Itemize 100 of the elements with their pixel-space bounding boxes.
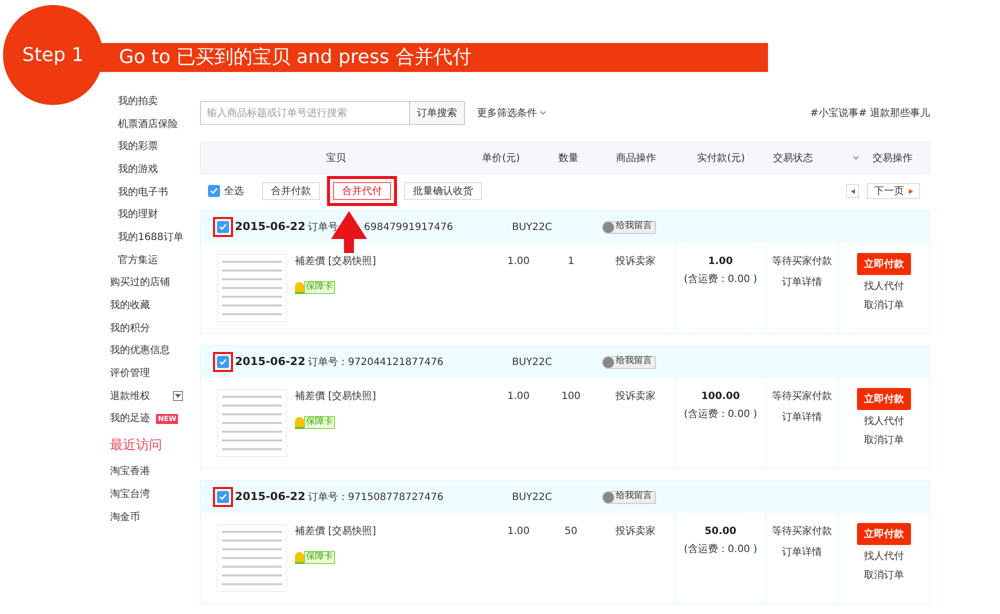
order-number: 69847991917476	[364, 220, 454, 234]
search-button[interactable]: 订单搜索	[410, 101, 465, 125]
shipping-fee: (含运费：0.00 )	[684, 542, 758, 557]
toolbar-button[interactable]: 批量确认收货	[404, 182, 482, 200]
order-details-link[interactable]: 订单详情	[782, 545, 822, 560]
sidebar-heading: 最近访问	[110, 436, 162, 455]
pay-now-button[interactable]: 立即付款	[857, 388, 911, 410]
sidebar-item[interactable]: 淘宝香港	[110, 464, 150, 480]
filter-link[interactable]: 更多筛选条件	[477, 106, 537, 120]
checkbox[interactable]	[217, 356, 229, 368]
column-header: 宝贝	[326, 152, 346, 166]
pay-now-button[interactable]: 立即付款	[857, 253, 911, 275]
right-triangle-icon	[909, 188, 913, 194]
order-details-link[interactable]: 订单详情	[782, 410, 822, 425]
sidebar-item[interactable]: 官方集运	[118, 252, 158, 268]
chevron-icon[interactable]	[540, 111, 546, 115]
order-number: 972044121877476	[348, 356, 444, 370]
sidebar-item[interactable]: 购买过的店铺	[110, 275, 170, 290]
sidebar-item[interactable]: 评价管理	[110, 366, 150, 382]
message-button[interactable]: 给我留言	[602, 490, 656, 504]
sidebar-item[interactable]: 我的积分	[110, 320, 150, 336]
checkbox[interactable]	[217, 491, 229, 503]
quantity-cell: 50	[564, 526, 578, 537]
bubble-icon	[603, 222, 614, 232]
sidebar-item[interactable]: 我的拍卖	[118, 94, 158, 109]
order-number: 971508778727476	[348, 490, 444, 504]
sidebar-item[interactable]: 我的游戏	[118, 162, 158, 177]
sidebar-item[interactable]: 我的收藏	[110, 298, 150, 314]
column-header: 商品操作	[616, 152, 656, 166]
column-header: 交易状态	[773, 152, 813, 166]
bubble-icon	[603, 356, 614, 368]
sidebar-item[interactable]: 机票酒店保险	[118, 116, 178, 132]
quantity-cell: 100	[561, 391, 581, 402]
sidebar-item[interactable]: 我的彩票	[118, 139, 158, 154]
sidebar-item[interactable]: 我的1688订单	[118, 230, 184, 245]
complain-link[interactable]: 投诉卖家	[616, 526, 656, 537]
complain-link[interactable]: 投诉卖家	[616, 256, 656, 267]
order-action-link[interactable]: 找人代付	[864, 549, 904, 564]
toolbar-button[interactable]: 合并付款	[262, 182, 320, 200]
price-cell: 1.00	[507, 526, 530, 537]
sidebar-item[interactable]: 淘宝台湾	[110, 486, 150, 502]
sidebar-item[interactable]: 退款维权	[110, 388, 150, 404]
select-all-label: 全选	[224, 184, 244, 198]
complain-link[interactable]: 投诉卖家	[616, 391, 656, 402]
pay-now-button[interactable]: 立即付款	[857, 523, 911, 545]
order-action-link[interactable]: 找人代付	[864, 414, 904, 429]
order-status: 等待买家付款	[772, 390, 832, 404]
item-title-link[interactable]: 補差價 [交易快照]	[295, 524, 376, 539]
sidebar-item[interactable]: 淘金币	[110, 510, 140, 525]
shipping-fee: (含运费：0.00 )	[684, 272, 758, 287]
badge-icon	[295, 282, 304, 294]
column-header: 数量	[558, 152, 578, 166]
chevron-icon[interactable]	[853, 156, 859, 160]
order-date: 2015-06-22	[235, 218, 306, 235]
sidebar-item[interactable]: 我的足迹	[110, 411, 150, 426]
sidebar-item[interactable]: 我的电子书	[118, 184, 168, 200]
seller-name: BUY22C	[512, 490, 553, 504]
order-action-link[interactable]: 找人代付	[864, 279, 904, 294]
order-number-label: 订单号	[308, 220, 338, 234]
checkbox[interactable]	[217, 221, 229, 233]
order-status: 等待买家付款	[772, 254, 832, 269]
order-action-link[interactable]: 取消订单	[864, 433, 904, 448]
message-button[interactable]: 给我留言	[602, 356, 656, 368]
quantity-cell: 1	[568, 256, 574, 267]
message-button[interactable]: 给我留言	[602, 220, 656, 234]
column-header: 实付款(元)	[697, 152, 745, 166]
bubble-icon	[603, 492, 614, 502]
sidebar-item[interactable]: 我的理财	[118, 207, 158, 222]
order-number-label: 订单号：	[308, 490, 348, 504]
total-amount: 50.00	[704, 525, 736, 539]
order-details-link[interactable]: 订单详情	[782, 275, 822, 290]
price-cell: 1.00	[507, 256, 530, 267]
price-cell: 1.00	[507, 391, 530, 402]
order-number-label: 订单号：	[308, 356, 348, 370]
dropdown-icon[interactable]	[173, 391, 183, 402]
next-page-button[interactable]: 下一页	[867, 183, 920, 199]
step-badge: Step 1	[3, 5, 103, 105]
checkbox[interactable]	[208, 185, 220, 197]
item-title-link[interactable]: 補差價 [交易快照]	[295, 254, 376, 269]
sidebar-item[interactable]: 我的优惠信息	[110, 343, 170, 358]
order-date: 2015-06-22	[235, 488, 306, 505]
column-header: 单价(元)	[482, 152, 520, 166]
badge-icon	[295, 416, 304, 428]
item-title-link[interactable]: 補差價 [交易快照]	[295, 389, 376, 404]
seller-name: BUY22C	[512, 220, 553, 234]
total-amount: 100.00	[701, 390, 740, 404]
left-triangle-icon	[850, 188, 854, 194]
order-action-link[interactable]: 取消订单	[864, 568, 904, 583]
hashtag-link[interactable]: #小宝说事# 退款那些事儿	[810, 106, 930, 120]
search-field[interactable]: 输入商品标题或订单号进行搜索	[200, 101, 410, 125]
shipping-fee: (含运费：0.00 )	[684, 408, 758, 422]
seller-name: BUY22C	[512, 356, 553, 370]
order-status: 等待买家付款	[772, 524, 832, 539]
badge-icon	[295, 552, 304, 564]
previous-page-button[interactable]	[846, 184, 859, 198]
column-header: 交易操作	[872, 152, 912, 166]
order-date: 2015-06-22	[235, 354, 306, 370]
toolbar-button[interactable]: 合并代付	[333, 182, 391, 200]
total-amount: 1.00	[708, 255, 733, 269]
order-action-link[interactable]: 取消订单	[864, 298, 904, 313]
